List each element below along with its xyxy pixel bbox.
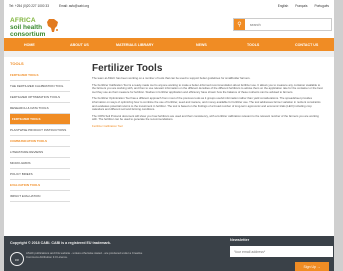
main-nav: HOME ABOUT US MATERIALS LIBRARY NEWS TOO… [4,38,334,51]
sidebar-item[interactable]: FERTILIZER TOOLS [10,70,70,81]
paragraph: The Fertilizer Calibration Tool is a rea… [92,82,323,94]
sidebar-item[interactable]: EVALUATION TOOLS [10,180,70,191]
lang-english[interactable]: English [278,4,288,8]
search-box: ⚲ [233,18,332,31]
content-area: TOOLS FERTILIZER TOOLS THE FERTILIZER CA… [4,57,334,229]
sidebar-item-active[interactable]: FERTILIZER TOOLS [10,114,70,125]
main-content: Fertilizer Tools The team at ASHC has be… [70,57,334,229]
newsletter-heading: Newsletter [230,238,250,242]
sidebar-item[interactable]: LITERATURE REVIEWS [10,147,70,158]
site-logo[interactable]: AFRICA soil health consortium [8,12,70,38]
sidebar-item[interactable]: FERTILIZER OPTIMIZATION TOOLS [10,92,70,103]
nav-about[interactable]: ABOUT US [70,43,89,47]
nav-materials[interactable]: MATERIALS LIBRARY [116,43,154,47]
nav-home[interactable]: HOME [24,43,35,47]
nav-contact[interactable]: CONTACT US [295,43,318,47]
newsletter-email-input[interactable] [230,246,333,257]
sidebar-item[interactable]: COMMUNICATION TOOLS [10,136,70,147]
sidebar-item[interactable]: RESEARCH & DATA TOOLS [10,103,70,114]
sidebar-item[interactable]: POLICY BRIEFS [10,169,70,180]
search-icon[interactable]: ⚲ [234,19,245,30]
intro-paragraph: The team at ASHC has been working on a n… [92,76,251,80]
nav-news[interactable]: NEWS [196,43,207,47]
nav-tools[interactable]: TOOLS [247,43,259,47]
lang-french[interactable]: Français [295,4,307,8]
license-text: ASHC publications and this website - unl… [26,251,143,259]
creative-commons-icon[interactable]: cc [10,252,24,266]
search-input[interactable] [244,19,331,30]
phone-text: Tel: +254 (0)20 227 1000 33 [9,4,49,8]
paragraph: The Fertilizer Optimization Tool has a d… [92,96,321,112]
email-text[interactable]: Email: asfc@cabi.org [59,4,89,8]
header: AFRICA soil health consortium ⚲ [4,12,334,38]
sidebar: TOOLS FERTILIZER TOOLS THE FERTILIZER CA… [4,57,70,229]
sidebar-item[interactable]: PLANTWISE PRODUCT INSTRUCTIONS [10,125,70,136]
copyright-text: Copyright © 2018 CABI. CABI is a registe… [10,241,111,245]
logo-line2: soil health [10,24,43,31]
signup-button[interactable]: Sign Up → [295,262,329,271]
language-switcher: English Français Português [278,4,329,8]
topbar: Tel: +254 (0)20 227 1000 33 Email: asfc@… [4,0,334,12]
sidebar-title: TOOLS [10,61,24,66]
africa-map-icon [47,19,58,32]
footer: Copyright © 2018 CABI. CABI is a registe… [4,236,334,271]
sidebar-item[interactable]: IMPACT EVALUATION [10,191,70,202]
logo-line1: AFRICA [10,17,36,24]
page-title: Fertilizer Tools [92,63,163,74]
logo-line3: consortium [10,31,46,38]
calibration-tool-link[interactable]: Fertilizer Calibration Tool [92,124,123,128]
sidebar-item[interactable]: MICRO-GRIDS [10,158,70,169]
page: Tel: +254 (0)20 227 1000 33 Email: asfc@… [4,0,334,271]
lang-portuguese[interactable]: Português [314,4,329,8]
sidebar-item[interactable]: THE FERTILIZER CALIBRATION TOOL [10,81,70,92]
paragraph: The CFPA Soil Protocol document will sho… [92,113,319,122]
